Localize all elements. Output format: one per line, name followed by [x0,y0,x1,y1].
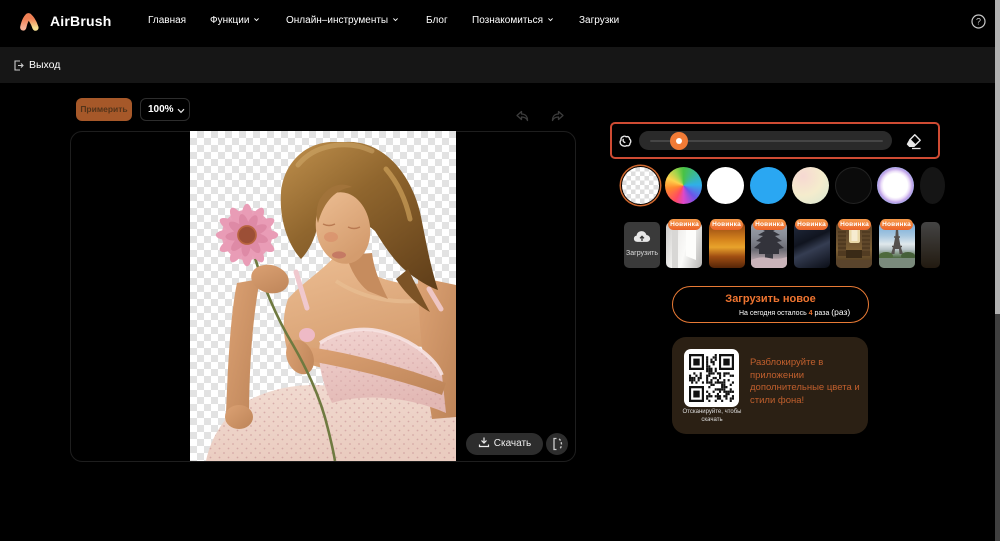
svg-text:?: ? [976,17,981,27]
